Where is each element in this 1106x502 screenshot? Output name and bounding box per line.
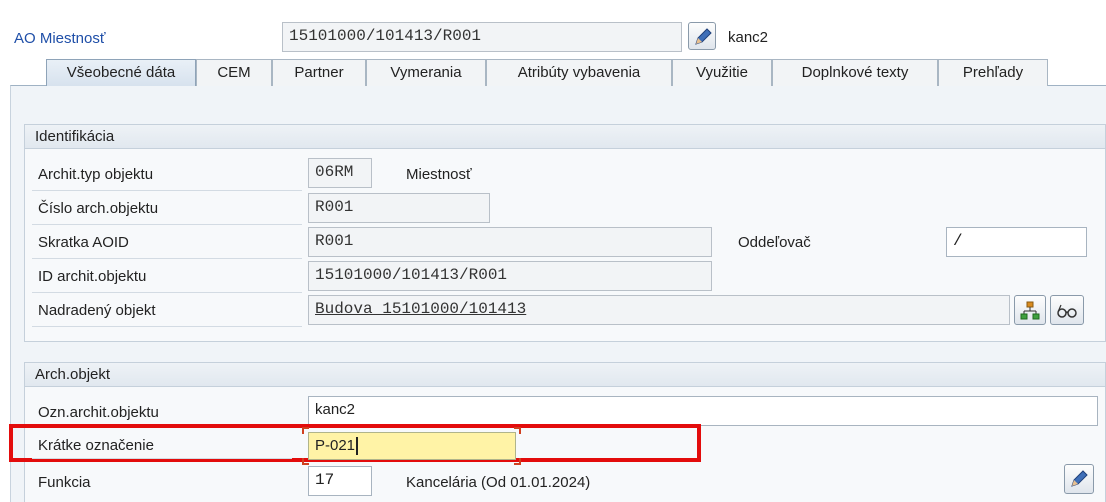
hierarchy-button[interactable] bbox=[1014, 295, 1046, 325]
divider bbox=[32, 190, 302, 191]
hierarchy-icon bbox=[1020, 301, 1040, 320]
focus-corner bbox=[514, 458, 521, 465]
cislo-label: Číslo arch.objektu bbox=[38, 200, 159, 217]
nadradeny-field[interactable]: Budova 15101000/101413 bbox=[308, 295, 1010, 325]
kratke-label: Krátke označenie bbox=[38, 437, 154, 454]
kratke-value: P-021 bbox=[315, 437, 356, 454]
skratka-label: Skratka AOID bbox=[38, 234, 129, 251]
oddelovac-field[interactable]: / bbox=[946, 227, 1087, 257]
focus-corner bbox=[302, 458, 309, 465]
kratke-field[interactable]: P-021 bbox=[308, 432, 516, 460]
nadradeny-label: Nadradený objekt bbox=[38, 302, 156, 319]
id-field[interactable]: 15101000/101413/R001 bbox=[308, 261, 712, 291]
pencil-icon bbox=[695, 28, 712, 45]
archit-typ-field[interactable]: 06RM bbox=[308, 158, 372, 188]
archit-typ-text: Miestnosť bbox=[406, 166, 472, 183]
id-label: ID archit.objektu bbox=[38, 268, 147, 285]
text-cursor bbox=[356, 437, 359, 456]
tab-prehlady[interactable]: Prehľady bbox=[938, 59, 1048, 86]
funkcia-field[interactable]: 17 bbox=[308, 466, 372, 496]
divider bbox=[32, 258, 302, 259]
group-identifikacia-title: Identifikácia bbox=[25, 125, 1105, 149]
tab-partner[interactable]: Partner bbox=[272, 59, 366, 86]
funkcia-text: Kancelária (Od 01.01.2024) bbox=[406, 474, 591, 491]
object-id-field[interactable]: 15101000/101413/R001 bbox=[282, 22, 682, 52]
ozn-field[interactable]: kanc2 bbox=[308, 396, 1098, 426]
funkcia-edit-button[interactable] bbox=[1064, 464, 1094, 494]
skratka-field[interactable]: R001 bbox=[308, 227, 712, 257]
tab-atributy-vybavenia[interactable]: Atribúty vybavenia bbox=[486, 59, 672, 86]
divider bbox=[32, 326, 302, 327]
archit-typ-label: Archit.typ objektu bbox=[38, 166, 154, 183]
tab-vseobecne-data[interactable]: Všeobecné dáta bbox=[46, 59, 196, 86]
ozn-label: Ozn.archit.objektu bbox=[38, 404, 159, 421]
edit-button[interactable] bbox=[688, 22, 716, 50]
header-short-name: kanc2 bbox=[728, 29, 769, 46]
oddelovac-label: Oddeľovač bbox=[738, 234, 811, 251]
glasses-icon bbox=[1057, 304, 1077, 318]
divider bbox=[32, 292, 302, 293]
focus-corner bbox=[514, 427, 521, 434]
divider bbox=[32, 224, 302, 225]
divider bbox=[32, 458, 292, 459]
object-type-label: AO Miestnosť bbox=[14, 30, 106, 47]
tab-doplnkove-texty[interactable]: Doplnkové texty bbox=[772, 59, 938, 86]
tab-cem[interactable]: CEM bbox=[196, 59, 272, 86]
display-button[interactable] bbox=[1050, 295, 1084, 325]
group-arch-objekt-title: Arch.objekt bbox=[25, 363, 1105, 387]
cislo-field[interactable]: R001 bbox=[308, 193, 490, 223]
focus-corner bbox=[302, 427, 309, 434]
pencil-icon bbox=[1071, 470, 1088, 487]
tab-vyuzitie[interactable]: Využitie bbox=[672, 59, 772, 86]
tab-vymerania[interactable]: Vymerania bbox=[366, 59, 486, 86]
funkcia-label: Funkcia bbox=[38, 474, 91, 491]
